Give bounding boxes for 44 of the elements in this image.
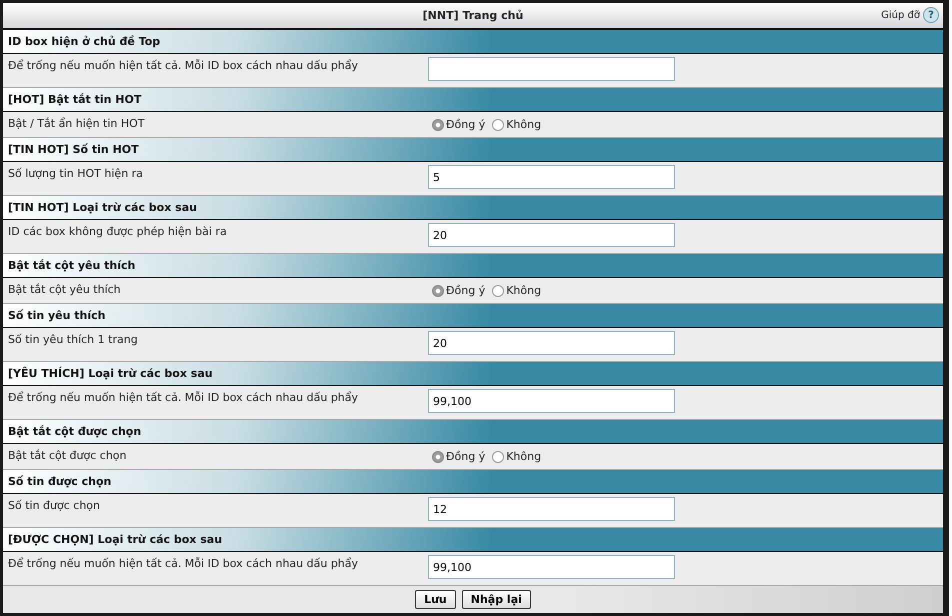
radio-button[interactable] [432, 118, 444, 130]
field-label: Số tin yêu thích 1 trang [7, 332, 139, 348]
field-label: Số tin được chọn [7, 498, 101, 514]
section-heading: Bật tắt cột được chọn [3, 420, 943, 444]
input-field[interactable]: 20 [428, 223, 675, 247]
input-field[interactable]: 20 [428, 331, 675, 355]
field-label: Để trống nếu muốn hiện tất cả. Mỗi ID box cách nhau dấu phẩy [7, 58, 360, 74]
input-field[interactable]: 99,100 [428, 555, 675, 579]
field-label: Để trống nếu muốn hiện tất cả. Mỗi ID box cách nhau dấu phẩy [7, 390, 360, 406]
section-heading: [HOT] Bật tắt tin HOT [3, 88, 943, 112]
radio-label: Đồng ý [446, 284, 486, 297]
input-field[interactable] [428, 57, 675, 81]
radio-label: Không [506, 450, 542, 463]
field-label: Để trống nếu muốn hiện tất cả. Mỗi ID box cách nhau dấu phẩy [7, 556, 360, 572]
field-label: Bật / Tắt ẩn hiện tin HOT [7, 116, 146, 132]
section-heading: Bật tắt cột yêu thích [3, 254, 943, 278]
radio-button[interactable] [492, 450, 504, 462]
section-heading: [TIN HOT] Số tin HOT [3, 138, 943, 162]
section-heading: ID box hiện ở chủ đề Top [3, 30, 943, 54]
help-link[interactable]: Giúp đỡ ? [881, 7, 939, 23]
radio-button[interactable] [492, 118, 504, 130]
radio-label: Không [506, 284, 542, 297]
section-heading: [ĐƯỢC CHỌN] Loại trừ các box sau [3, 528, 943, 552]
radio-button[interactable] [432, 450, 444, 462]
radio-label: Đồng ý [446, 118, 486, 131]
section-heading: [YÊU THÍCH] Loại trừ các box sau [3, 362, 943, 386]
section-heading: Số tin được chọn [3, 470, 943, 494]
form-button[interactable]: Lưu [415, 590, 456, 609]
radio-button[interactable] [432, 284, 444, 296]
window-title: [NNT] Trang chủ [422, 9, 524, 22]
field-label: Số lượng tin HOT hiện ra [7, 166, 144, 182]
input-field[interactable]: 99,100 [428, 389, 675, 413]
section-heading: Số tin yêu thích [3, 304, 943, 328]
help-icon: ? [923, 7, 939, 23]
form-button[interactable]: Nhập lại [462, 590, 531, 609]
field-label: ID các box không được phép hiện bài ra [7, 224, 228, 240]
input-field[interactable]: 12 [428, 497, 675, 521]
radio-label: Không [506, 118, 542, 131]
field-label: Bật tắt cột được chọn [7, 448, 128, 464]
radio-button[interactable] [492, 284, 504, 296]
field-label: Bật tắt cột yêu thích [7, 282, 122, 298]
section-heading: [TIN HOT] Loại trừ các box sau [3, 196, 943, 220]
input-field[interactable]: 5 [428, 165, 675, 189]
radio-label: Đồng ý [446, 450, 486, 463]
